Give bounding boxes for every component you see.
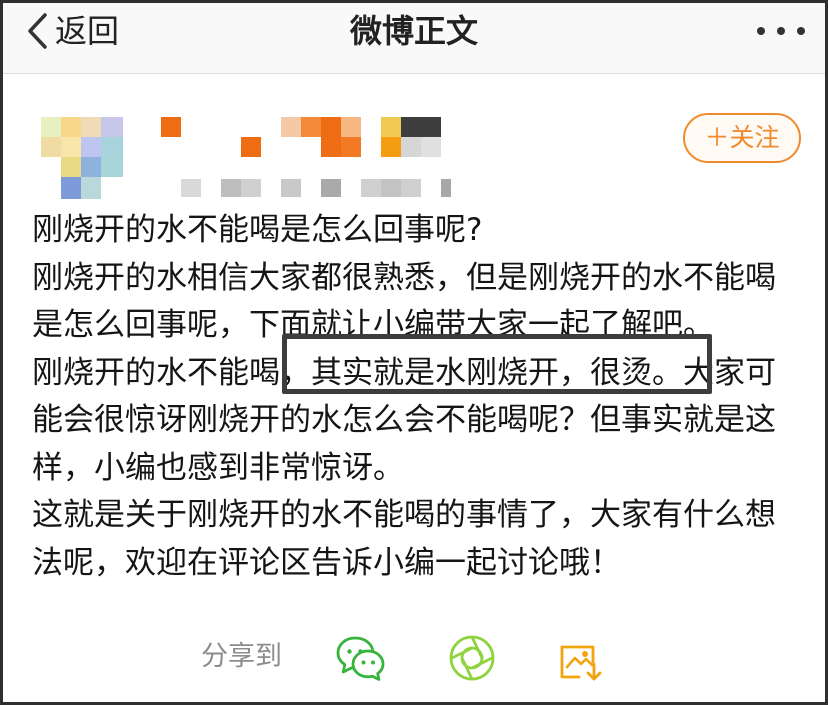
article-paragraph-title: 刚烧开的水不能喝是怎么回事呢? xyxy=(32,212,483,248)
top-navigation-bar: 返回 微博正文 xyxy=(3,3,825,74)
share-wechat-button[interactable] xyxy=(335,633,387,683)
page-title: 微博正文 xyxy=(349,12,478,50)
blurred-avatar[interactable] xyxy=(41,117,123,199)
save-image-icon xyxy=(560,645,602,681)
share-moments-button[interactable] xyxy=(446,633,498,683)
author-profile: ＋关注 xyxy=(41,113,801,205)
moments-icon xyxy=(449,635,495,681)
save-image-button[interactable] xyxy=(555,633,607,683)
post-body: 刚烧开的水不能喝是怎么回事呢? 刚烧开的水相信大家都很熟悉，但是刚烧开的水不能喝… xyxy=(32,207,802,587)
article-paragraph-conclusion: 这就是关于刚烧开的水不能喝的事情了，大家有什么想法呢，欢迎在评论区告诉小编一起讨… xyxy=(32,497,776,581)
more-dots-icon xyxy=(757,27,805,35)
blurred-username[interactable] xyxy=(161,117,451,201)
more-button[interactable] xyxy=(753,13,809,49)
avatar-mosaic-image xyxy=(41,117,123,199)
share-label: 分享到 xyxy=(201,641,282,672)
highlight-box xyxy=(282,334,712,394)
username-mosaic-image xyxy=(161,117,451,197)
weibo-post-screen: 返回 微博正文 ＋关注 刚烧开的水不能喝是怎么回事呢? 刚烧开的水相信大家都很熟… xyxy=(0,0,828,705)
follow-button[interactable]: ＋关注 xyxy=(683,113,801,163)
wechat-icon xyxy=(336,636,385,681)
share-bar: 分享到 xyxy=(3,623,825,693)
